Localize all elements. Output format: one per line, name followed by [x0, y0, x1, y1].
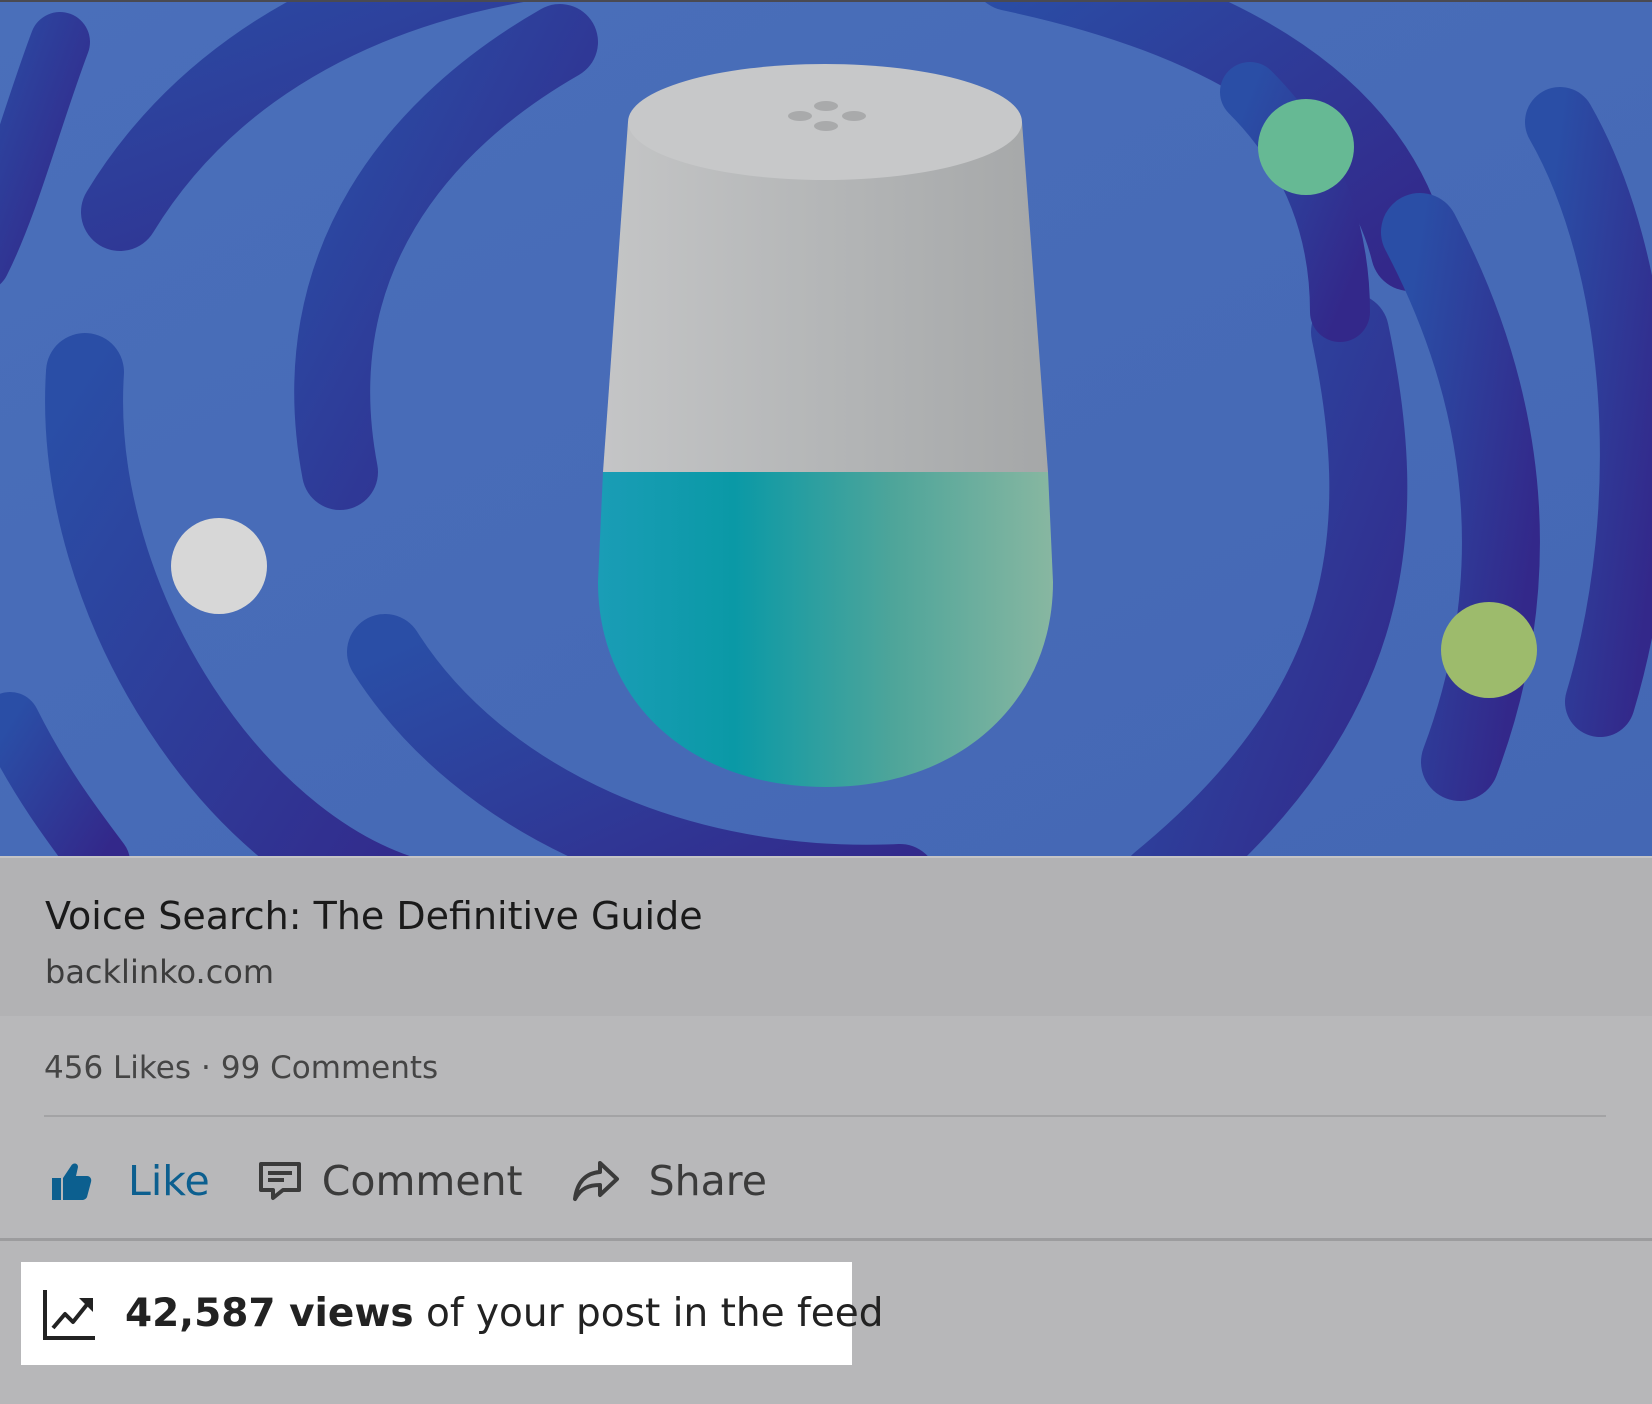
likes-count[interactable]: 456 Likes	[44, 1050, 191, 1086]
link-preview[interactable]: Voice Search: The Definitive Guide backl…	[0, 856, 1652, 1016]
post-card: Voice Search: The Definitive Guide backl…	[0, 0, 1652, 1404]
comment-icon	[258, 1161, 302, 1201]
views-text: 42,587 views of your post in the feed	[125, 1291, 884, 1336]
comment-button[interactable]: Comment	[258, 1146, 523, 1216]
views-count: 42,587 views	[125, 1291, 414, 1336]
lime-dot	[1441, 602, 1537, 698]
views-suffix: of your post in the feed	[413, 1291, 884, 1336]
green-dot	[1258, 99, 1354, 195]
comment-label: Comment	[321, 1157, 523, 1205]
section-divider	[0, 1238, 1652, 1241]
white-dot	[171, 518, 267, 614]
share-button[interactable]: Share	[571, 1146, 767, 1216]
action-bar: Like Comment Share	[0, 1146, 767, 1216]
divider	[44, 1115, 1606, 1117]
count-separator: ·	[200, 1050, 211, 1086]
smart-speaker-illustration	[0, 2, 1652, 856]
views-summary[interactable]: 42,587 views of your post in the feed	[21, 1262, 884, 1365]
thumbs-up-icon	[48, 1158, 94, 1204]
comments-count[interactable]: 99 Comments	[221, 1050, 438, 1086]
trending-up-chart-icon	[41, 1286, 97, 1342]
like-button[interactable]: Like	[48, 1146, 210, 1216]
like-label: Like	[128, 1157, 210, 1205]
share-label: Share	[648, 1157, 767, 1205]
link-domain: backlinko.com	[45, 953, 275, 991]
link-title[interactable]: Voice Search: The Definitive Guide	[45, 894, 703, 938]
social-bar: 456 Likes · 99 Comments Like Comment Sha…	[0, 1016, 1652, 1240]
engagement-counts: 456 Likes · 99 Comments	[44, 1050, 438, 1086]
speaker-body	[598, 64, 1053, 787]
share-arrow-icon	[571, 1159, 621, 1203]
post-image[interactable]	[0, 0, 1652, 856]
